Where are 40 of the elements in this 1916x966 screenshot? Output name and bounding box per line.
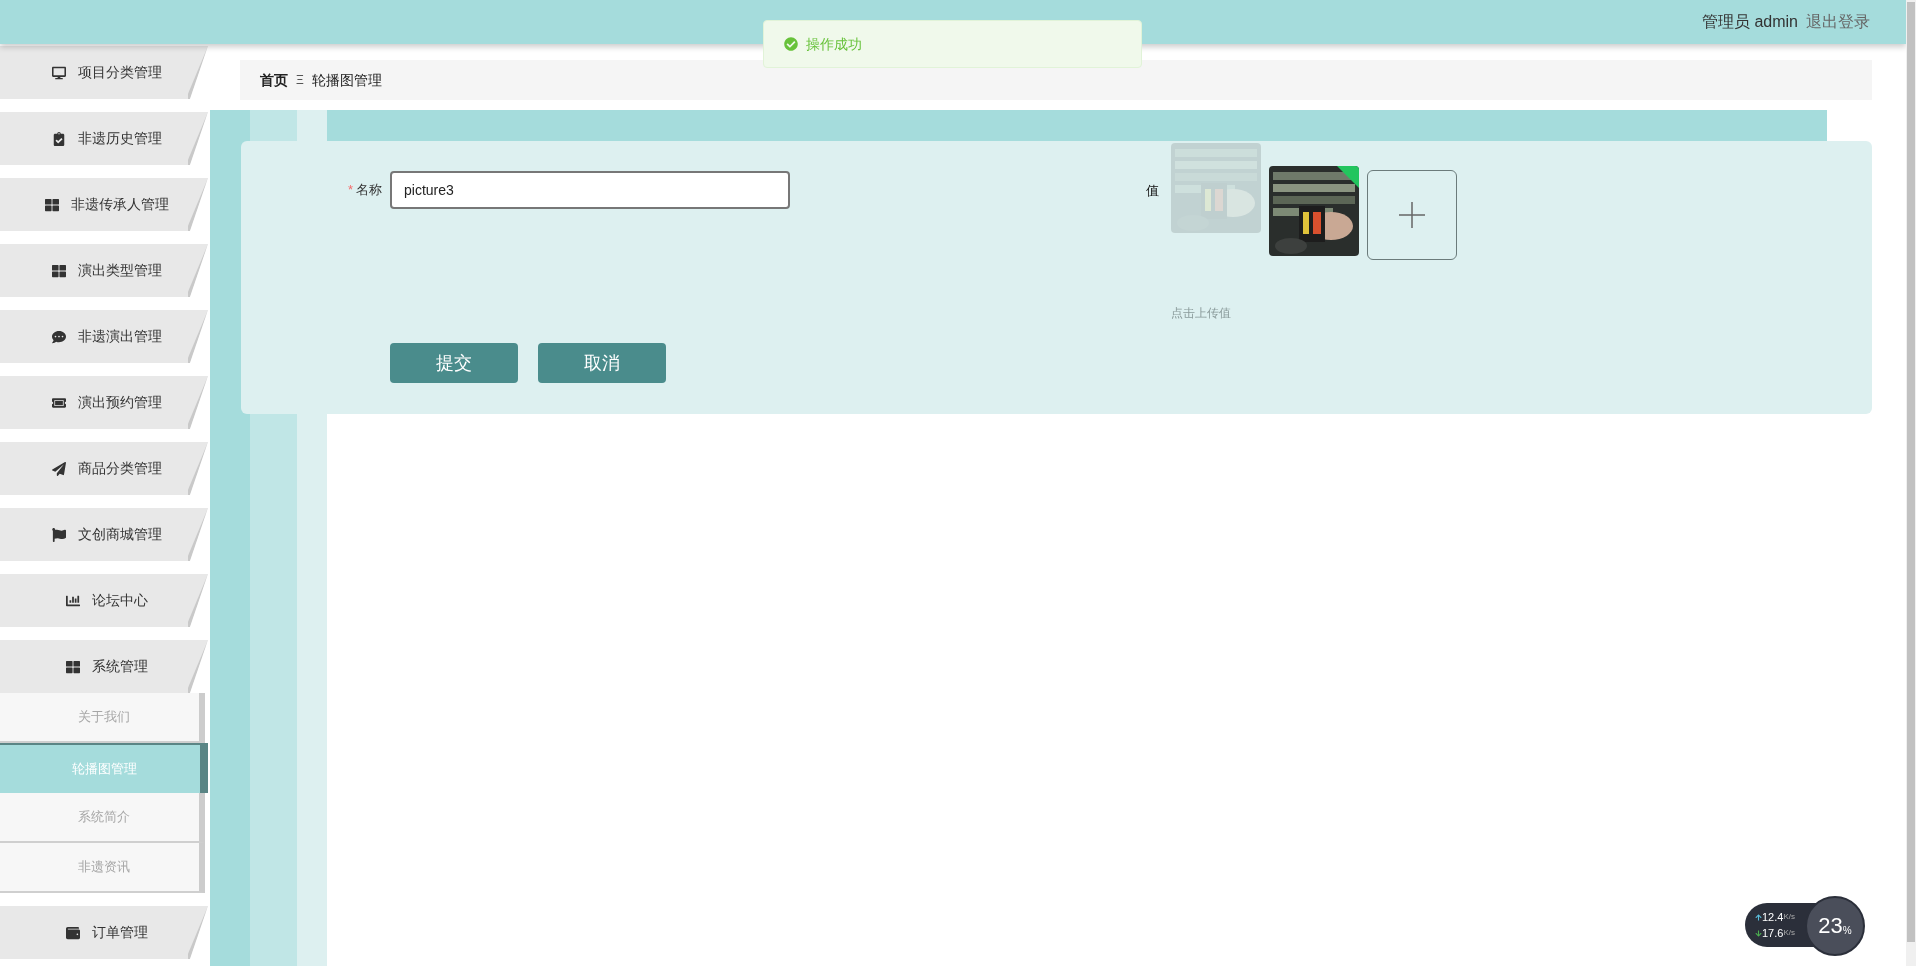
- breadcrumb-separator: Ξ: [296, 72, 304, 89]
- submit-button[interactable]: 提交: [390, 343, 518, 383]
- field-label: 值: [1146, 182, 1160, 200]
- sidebar-item[interactable]: 系统管理: [0, 640, 208, 693]
- monitor-icon: [52, 65, 66, 80]
- comment-icon: [52, 329, 66, 344]
- cancel-button[interactable]: 取消: [538, 343, 666, 383]
- sidebar-item[interactable]: 非遗演出管理: [0, 310, 208, 363]
- flag-icon: [52, 527, 66, 542]
- upload-button[interactable]: [1367, 170, 1457, 260]
- wallet-icon: [66, 925, 80, 940]
- grid-icon: [45, 197, 59, 212]
- grid-icon: [52, 263, 66, 278]
- breadcrumb-item[interactable]: 首页: [260, 69, 288, 91]
- sidebar-item[interactable]: 论坛中心: [0, 574, 208, 627]
- up-arrow-icon: [1755, 913, 1762, 921]
- sidebar-item[interactable]: 商品分类管理: [0, 442, 208, 495]
- paper-plane-icon: [52, 461, 66, 476]
- toast-message: 操作成功: [806, 34, 862, 54]
- breadcrumb-item: 轮播图管理: [311, 70, 382, 90]
- clipboard-check-icon: [52, 131, 66, 146]
- sidebar-item[interactable]: 项目分类管理: [0, 46, 208, 99]
- sidebar-item[interactable]: 订单管理: [0, 906, 208, 959]
- name-input-field[interactable]: picture3: [390, 171, 790, 209]
- down-arrow-icon: [1755, 929, 1762, 937]
- sidebar-item[interactable]: 演出预约管理: [0, 376, 208, 429]
- admin-user: 管理员 admin: [1701, 12, 1798, 32]
- bar-chart-icon: [66, 593, 80, 608]
- logout-link[interactable]: 退出登录: [1806, 10, 1870, 34]
- field-label: 名称: [356, 181, 383, 200]
- grid-icon: [66, 659, 80, 674]
- required-mark: *: [346, 181, 354, 200]
- scrollbar[interactable]: [1906, 0, 1916, 966]
- ticket-icon: [52, 395, 66, 410]
- sidebar-item[interactable]: 非遗历史管理: [0, 112, 208, 165]
- sidebar-item[interactable]: 演出类型管理: [0, 244, 208, 297]
- upload-hint: 点击上传值: [1171, 305, 1232, 322]
- sidebar-item[interactable]: 文创商城管理: [0, 508, 208, 561]
- sidebar-item[interactable]: 非遗传承人管理: [0, 178, 208, 231]
- plus-icon: [1398, 201, 1426, 229]
